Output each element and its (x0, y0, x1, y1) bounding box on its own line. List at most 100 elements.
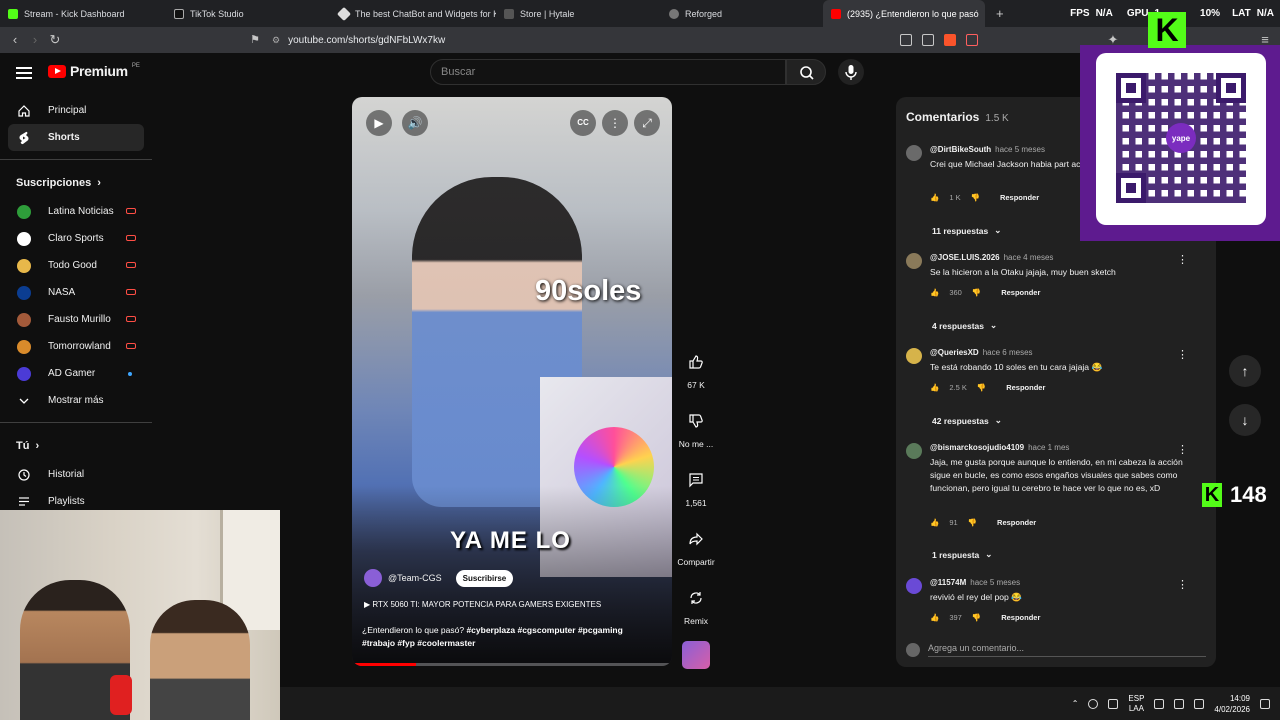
commenter-name[interactable]: @QueriesXD (930, 348, 979, 357)
hashtag-links[interactable]: #cyberplaza #cgscomputer #pcgaming (466, 625, 622, 635)
sidebar-item-history[interactable]: Historial (0, 461, 152, 488)
thumbs-down-icon[interactable]: 👎 (968, 518, 977, 527)
onedrive-icon[interactable] (1088, 698, 1099, 709)
subscriptions-heading[interactable]: Suscripciones › (0, 168, 152, 198)
sidebar-item-home[interactable]: Principal (0, 97, 152, 124)
taskbar-clock[interactable]: 14:09 4/02/2026 (1214, 693, 1250, 715)
sidebar-item-subscription[interactable]: Claro Sports (0, 225, 152, 252)
bookmark-icon[interactable]: ⚑ (246, 31, 264, 49)
more-vert-icon[interactable]: ⋮ (1177, 253, 1188, 266)
commenter-name[interactable]: @bismarckosojudio4109 (930, 443, 1024, 452)
reply-button[interactable]: Responder (997, 518, 1036, 527)
previous-short-button[interactable]: ↑ (1229, 355, 1261, 387)
remix-button[interactable]: Remix (676, 584, 716, 626)
address-bar[interactable]: ⚙ youtube.com/shorts/gdNFbLWx7kw (272, 31, 892, 49)
hamburger-menu-icon[interactable] (16, 65, 32, 81)
forward-icon[interactable]: › (26, 31, 44, 49)
reply-button[interactable]: Responder (1001, 613, 1040, 622)
more-vert-icon[interactable]: ⋮ (1177, 578, 1188, 591)
reply-button[interactable]: Responder (1000, 193, 1039, 202)
sound-source-button[interactable] (676, 641, 716, 669)
reply-button[interactable]: Responder (1001, 288, 1040, 297)
add-comment-field[interactable]: Agrega un comentario... (906, 643, 1206, 657)
youtube-premium-logo[interactable]: Premium PE (48, 63, 140, 79)
next-short-button[interactable]: ↓ (1229, 404, 1261, 436)
reload-icon[interactable]: ↻ (46, 31, 64, 49)
browser-tab-youtube[interactable]: (2935) ¿Entendieron lo que pasó ✕ (823, 0, 985, 27)
thumbs-down-icon[interactable]: 👎 (972, 613, 981, 622)
thumbs-up-icon[interactable]: 👍 (930, 518, 939, 527)
hashtag-links[interactable]: #trabajo #fyp #coolermaster (362, 638, 475, 648)
kick-logo-icon: K (1148, 12, 1186, 48)
speaker-icon[interactable] (1174, 698, 1185, 709)
cast-icon[interactable] (900, 34, 912, 46)
channel-name[interactable]: @Team-CGS (388, 573, 442, 583)
commenter-avatar[interactable] (906, 253, 922, 269)
browser-tab-kick[interactable]: Stream - Kick Dashboard (0, 0, 165, 27)
channel-avatar[interactable] (364, 569, 382, 587)
thumbs-up-icon[interactable]: 👍 (930, 613, 939, 622)
more-vert-icon[interactable]: ⋮ (1177, 348, 1188, 361)
share-page-icon[interactable] (922, 34, 934, 46)
language-indicator[interactable]: ESP LAA (1128, 694, 1144, 714)
commenter-avatar[interactable] (906, 443, 922, 459)
rewards-icon[interactable] (966, 34, 978, 46)
view-replies-button[interactable]: 42 respuestas ⌄ (932, 415, 1002, 426)
play-icon[interactable]: ▶ (366, 110, 392, 136)
share-button[interactable]: Compartir (676, 525, 716, 567)
sidebar-item-subscription[interactable]: Tomorrowland (0, 333, 152, 360)
more-vert-icon[interactable]: ⋮ (1177, 443, 1188, 456)
browser-tab-reforged[interactable]: Reforged (661, 0, 821, 27)
fullscreen-icon[interactable]: ⤢ (634, 110, 660, 136)
notification-icon[interactable] (1260, 698, 1270, 709)
view-replies-button[interactable]: 11 respuestas ⌄ (932, 225, 1001, 236)
comments-button[interactable]: 1,561 (676, 466, 716, 508)
sidebar-item-subscription[interactable]: Fausto Murillo (0, 306, 152, 333)
browser-tab-chatbot[interactable]: The best ChatBot and Widgets for Ki (331, 0, 496, 27)
view-replies-button[interactable]: 1 respuesta ⌄ (932, 549, 992, 560)
commenter-avatar[interactable] (906, 145, 922, 161)
browser-tab-tiktok[interactable]: TikTok Studio (166, 0, 331, 27)
browser-tab-hytale[interactable]: Store | Hytale (496, 0, 661, 27)
thumbs-up-icon[interactable]: 👍 (930, 193, 939, 202)
thumbs-up-icon[interactable]: 👍 (930, 383, 939, 392)
captions-icon[interactable]: CC (570, 110, 596, 136)
voice-search-button[interactable] (838, 59, 864, 85)
reply-button[interactable]: Responder (1006, 383, 1045, 392)
like-button[interactable]: 67 K (676, 348, 716, 390)
sidebar-item-subscription[interactable]: NASA (0, 279, 152, 306)
back-icon[interactable]: ‹ (6, 31, 24, 49)
search-button[interactable] (786, 59, 826, 85)
commenter-name[interactable]: @DirtBikeSouth (930, 145, 991, 154)
new-tab-button[interactable]: + (988, 0, 1008, 27)
commenter-name[interactable]: @JOSE.LUIS.2026 (930, 253, 1000, 262)
video-progress-bar[interactable] (352, 663, 672, 666)
sidebar-item-subscription[interactable]: Todo Good (0, 252, 152, 279)
volume-icon[interactable]: 🔊 (402, 110, 428, 136)
view-replies-button[interactable]: 4 respuestas ⌄ (932, 320, 997, 331)
more-vert-icon[interactable]: ⋮ (602, 110, 628, 136)
you-heading[interactable]: Tú › (0, 431, 152, 461)
sidebar-item-subscription[interactable]: AD Gamer (0, 360, 152, 387)
commenter-avatar[interactable] (906, 578, 922, 594)
search-input[interactable]: Buscar (430, 59, 786, 85)
subscribe-button[interactable]: Suscribirse (455, 569, 514, 587)
video-linked-title[interactable]: ▶ RTX 5060 TI: MAYOR POTENCIA PARA GAMER… (364, 600, 601, 609)
show-more-button[interactable]: Mostrar más (0, 387, 152, 414)
short-video-player[interactable]: ▶ 🔊 CC ⋮ ⤢ 90soles YA ME LO @Team-CGS Su… (352, 97, 672, 666)
thumbs-down-icon[interactable]: 👎 (971, 193, 980, 202)
network-icon[interactable] (1154, 698, 1165, 709)
microphone-icon[interactable] (1108, 698, 1119, 709)
site-info-icon[interactable]: ⚙ (272, 35, 280, 46)
sidebar-item-subscription[interactable]: Latina Noticias (0, 198, 152, 225)
thumbs-down-icon[interactable]: 👎 (972, 288, 981, 297)
commenter-avatar[interactable] (906, 348, 922, 364)
dislike-button[interactable]: No me ... (676, 407, 716, 449)
thumbs-down-icon[interactable]: 👎 (977, 383, 986, 392)
brave-shield-icon[interactable] (944, 34, 956, 46)
chevron-up-icon[interactable]: ⌃ (1072, 699, 1079, 708)
thumbs-up-icon[interactable]: 👍 (930, 288, 939, 297)
commenter-name[interactable]: @11574M (930, 578, 966, 587)
battery-icon[interactable] (1194, 698, 1205, 709)
sidebar-item-shorts[interactable]: Shorts (8, 124, 144, 151)
